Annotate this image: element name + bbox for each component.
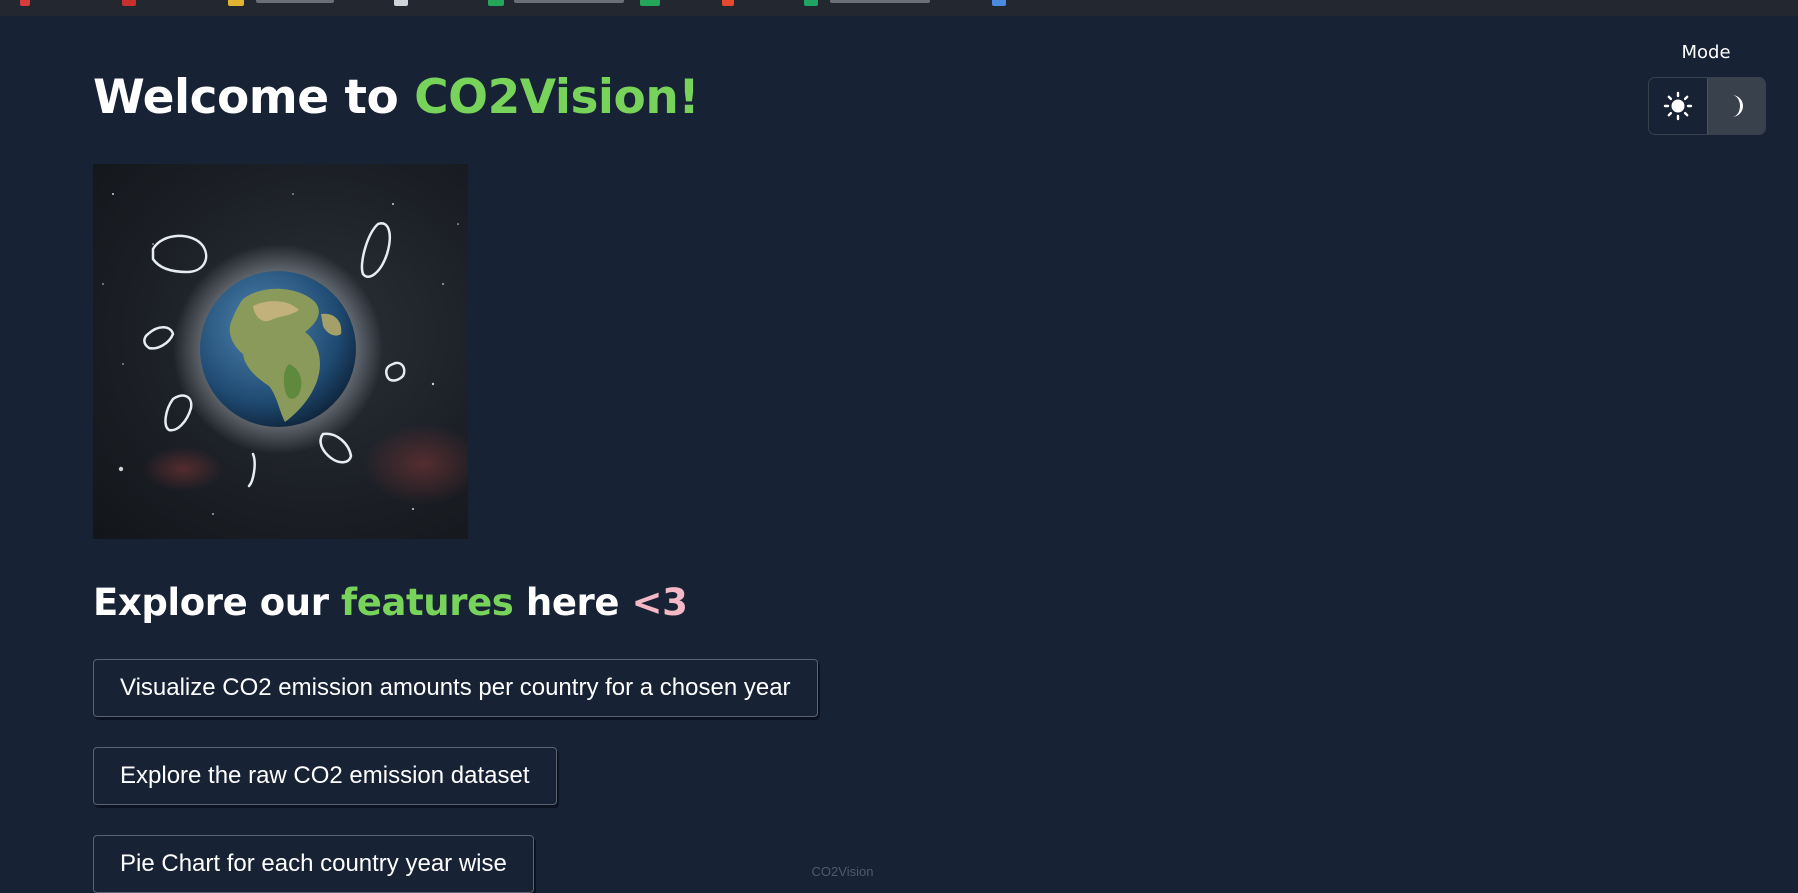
bookmark-icon[interactable] [122, 0, 136, 6]
page-title: Welcome to CO2Vision! [93, 70, 700, 125]
bookmark-icon[interactable] [992, 0, 1006, 6]
pie-chart-button[interactable]: Pie Chart for each country year wise [93, 835, 534, 893]
dark-mode-button[interactable] [1706, 78, 1765, 134]
earth-footprints-image [93, 164, 468, 539]
mode-label: Mode [1681, 42, 1731, 63]
features-heading-prefix: Explore our [93, 581, 342, 624]
bookmark-icon[interactable] [394, 0, 408, 6]
earth-icon [102, 193, 468, 515]
bookmark-icon[interactable] [804, 0, 818, 6]
browser-bookmarks-strip [0, 0, 1798, 16]
bookmark-icon[interactable] [640, 0, 660, 6]
heart-emoticon: <3 [631, 581, 688, 624]
features-heading-middle: here [513, 581, 632, 624]
brand-name: CO2Vision! [414, 70, 700, 125]
visualize-emissions-button[interactable]: Visualize CO2 emission amounts per count… [93, 659, 818, 717]
features-heading: Explore our features here <3 [93, 581, 688, 624]
home-page: Welcome to CO2Vision! Mode Explore our f… [0, 16, 1798, 893]
footer-brand: CO2Vision [811, 864, 874, 879]
theme-mode-toggle [1648, 77, 1766, 135]
light-mode-button[interactable] [1649, 78, 1707, 134]
moon-icon [1732, 95, 1744, 117]
bookmark-icon[interactable] [488, 0, 504, 6]
bookmark-icon[interactable] [20, 0, 30, 6]
bookmark-icon[interactable] [228, 0, 244, 6]
bookmark-icon[interactable] [722, 0, 734, 6]
title-prefix: Welcome to [93, 70, 415, 125]
explore-dataset-button[interactable]: Explore the raw CO2 emission dataset [93, 747, 557, 805]
features-heading-highlight: features [341, 581, 514, 624]
sun-icon [1663, 91, 1692, 121]
